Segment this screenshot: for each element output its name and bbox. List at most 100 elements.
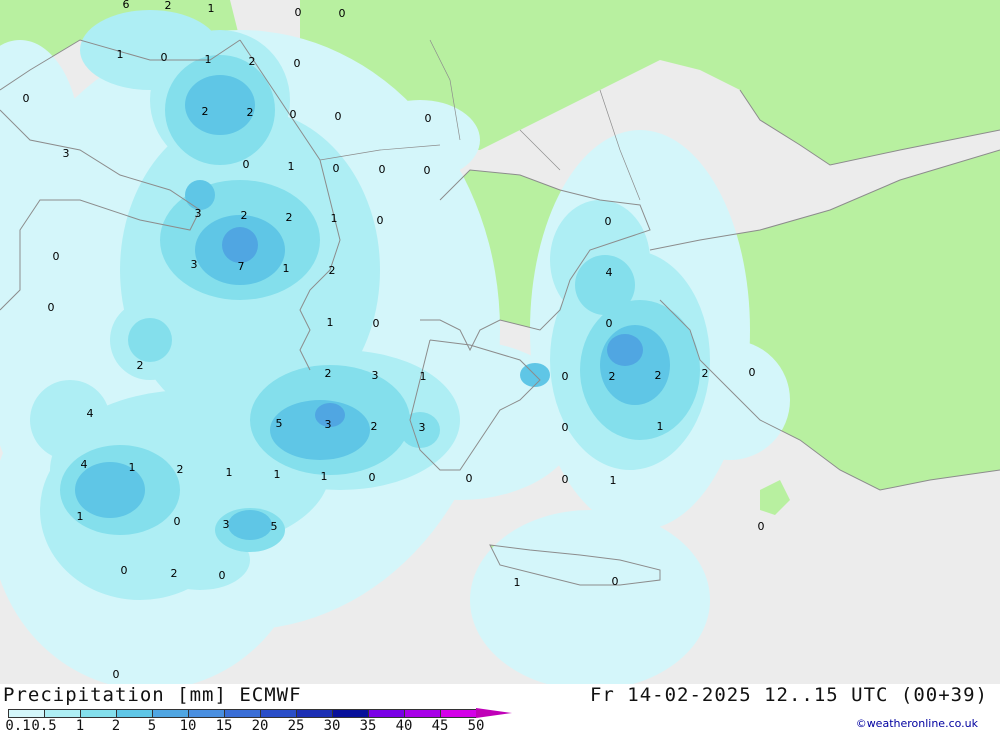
value-label: 1 (321, 470, 328, 483)
value-label: 2 (371, 420, 378, 433)
value-label: 0 (424, 164, 431, 177)
value-label: 0 (373, 317, 380, 330)
value-label: 3 (191, 258, 198, 271)
value-label: 1 (610, 474, 617, 487)
value-label: 2 (325, 367, 332, 380)
value-label: 2 (286, 211, 293, 224)
value-label: 0 (295, 6, 302, 19)
precip-area-p1 (575, 255, 635, 315)
value-label: 0 (562, 370, 569, 383)
value-label: 1 (657, 420, 664, 433)
legend-swatch (296, 709, 332, 718)
precip-area-p1 (128, 318, 172, 362)
credit-link[interactable]: ©weatheronline.co.uk (856, 717, 978, 730)
legend-swatch (404, 709, 440, 718)
value-label: 2 (202, 105, 209, 118)
value-label: 2 (609, 370, 616, 383)
value-label: 1 (274, 468, 281, 481)
precip-area-p2 (185, 75, 255, 135)
legend-swatch (368, 709, 404, 718)
value-label: 5 (271, 520, 278, 533)
precip-area-p2 (228, 510, 272, 540)
value-label: 1 (117, 48, 124, 61)
color-legend (8, 708, 512, 718)
value-label: 0 (294, 57, 301, 70)
value-label: 1 (77, 510, 84, 523)
weather-map-panel: 2 1 0 0 6 1 0 1 2 0 0 3 2 2 0 0 0 0 1 0 0 0 3 2 2 1 0 0 3 7 1 2 0 0 4 1 0 2 0 2… (0, 0, 1000, 733)
value-label: 1 (129, 461, 136, 474)
value-label: 0 (749, 366, 756, 379)
legend-tick-label: 40 (395, 718, 413, 733)
value-label: 0 (290, 108, 297, 121)
value-label: 0 (174, 515, 181, 528)
legend-swatch (8, 709, 44, 718)
value-label: 1 (283, 262, 290, 275)
value-label: 0 (53, 250, 60, 263)
legend-swatch (44, 709, 80, 718)
precip-area-p5 (222, 227, 258, 263)
value-label: 7 (238, 260, 245, 273)
value-label: 1 (420, 370, 427, 383)
value-label: 0 (562, 473, 569, 486)
value-label: 3 (195, 207, 202, 220)
legend-swatch (80, 709, 116, 718)
value-label: 4 (81, 458, 88, 471)
value-label: 1 (208, 2, 215, 15)
value-label: 0 (113, 668, 120, 681)
value-label: 0 (243, 158, 250, 171)
value-label: 5 (276, 417, 283, 430)
value-label: 2 (137, 359, 144, 372)
value-label: 1 (205, 53, 212, 66)
value-label: 0 (562, 421, 569, 434)
value-label: 3 (419, 421, 426, 434)
precip-area-p5 (607, 334, 643, 366)
value-label: 0 (121, 564, 128, 577)
value-label: 0 (612, 575, 619, 588)
value-label: 1 (514, 576, 521, 589)
value-label: 4 (606, 266, 613, 279)
value-label: 1 (331, 212, 338, 225)
legend-swatch (152, 709, 188, 718)
value-label: 4 (87, 407, 94, 420)
legend-ticks: 0.1 0.5 1 2 5 10 15 20 25 30 35 40 45 50 (0, 718, 520, 733)
value-label: 0 (219, 569, 226, 582)
precipitation-map: 2 1 0 0 6 1 0 1 2 0 0 3 2 2 0 0 0 0 1 0 0 0 3 2 2 1 0 0 3 7 1 2 0 0 4 1 0 2 0 2… (0, 0, 1000, 684)
legend-tick-label: 35 (359, 718, 377, 733)
value-label: 0 (466, 472, 473, 485)
value-label: 3 (63, 147, 70, 160)
value-label: 0 (48, 301, 55, 314)
value-label: 0 (425, 112, 432, 125)
legend-swatch (188, 709, 224, 718)
value-label: 0 (758, 520, 765, 533)
legend-tick-label: 45 (431, 718, 449, 733)
value-label: 0 (333, 162, 340, 175)
value-label: 1 (327, 316, 334, 329)
value-label: 2 (329, 264, 336, 277)
legend-tick-label: 5 (147, 718, 157, 733)
legend-tick-label: 0.5 (31, 718, 57, 733)
legend-swatch (332, 709, 368, 718)
value-label: 0 (161, 51, 168, 64)
legend-swatch (116, 709, 152, 718)
value-label: 2 (249, 55, 256, 68)
value-label: 2 (171, 567, 178, 580)
legend-tick-label: 50 (467, 718, 485, 733)
precip-area-p2 (185, 180, 215, 210)
value-label: 2 (177, 463, 184, 476)
legend-tick-label: 2 (111, 718, 121, 733)
value-label: 3 (325, 418, 332, 431)
legend-swatch (224, 709, 260, 718)
legend-tick-label: 1 (75, 718, 85, 733)
value-label: 0 (369, 471, 376, 484)
legend-tick-label: 30 (323, 718, 341, 733)
value-label: 0 (377, 214, 384, 227)
value-label: 6 (123, 0, 130, 11)
legend-tick-label: 0.1 (5, 718, 31, 733)
legend-swatch (260, 709, 296, 718)
legend-swatch (440, 709, 476, 718)
legend-tick-label: 15 (215, 718, 233, 733)
value-label: 2 (655, 369, 662, 382)
value-label: 0 (335, 110, 342, 123)
value-label: 1 (226, 466, 233, 479)
chart-title: Precipitation [mm] ECMWF (3, 684, 302, 706)
